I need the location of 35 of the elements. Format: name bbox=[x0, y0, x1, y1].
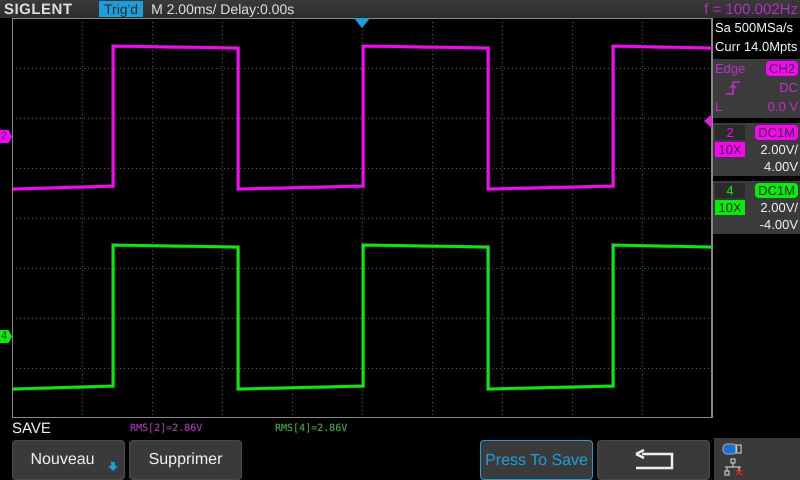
new-button[interactable]: Nouveau bbox=[12, 440, 125, 480]
trigger-source: CH2 bbox=[766, 61, 798, 76]
probe-badge: 10X bbox=[715, 200, 745, 215]
measurement-readout: RMS[2]=2.86V bbox=[130, 422, 204, 434]
vertical-offset: 4.00V bbox=[763, 159, 798, 174]
trigger-type: Edge bbox=[715, 61, 746, 76]
channel-marker: 4 bbox=[0, 330, 12, 343]
trigger-level-label: L bbox=[715, 99, 724, 114]
memory-depth: Curr 14.0Mpts bbox=[714, 38, 798, 56]
channel-marker: 2 bbox=[0, 130, 12, 143]
delete-button[interactable]: Supprimer bbox=[129, 440, 242, 480]
trigger-level-value: 0.0 V bbox=[766, 99, 798, 114]
save-button[interactable]: Press To Save bbox=[480, 440, 593, 480]
measurement-readout: RMS[4]=2.86V bbox=[275, 422, 348, 434]
down-arrow-icon bbox=[108, 462, 118, 471]
frequency-readout: f = 100.002Hz bbox=[704, 0, 798, 18]
usb-icon bbox=[722, 442, 742, 454]
timebase-label: M 2.00ms/ Delay:0.00s bbox=[151, 1, 294, 17]
vertical-scale: 2.00V/ bbox=[759, 142, 798, 157]
coupling-badge: DC1M bbox=[755, 125, 798, 140]
rising-edge-icon bbox=[725, 80, 741, 94]
vertical-offset: -4.00V bbox=[758, 217, 798, 232]
vertical-scale: 2.00V/ bbox=[759, 200, 798, 215]
network-disconnected-icon bbox=[722, 458, 744, 476]
menu-title: SAVE bbox=[12, 420, 52, 436]
channel-number: 2 bbox=[715, 125, 745, 140]
coupling-badge: DC1M bbox=[755, 183, 798, 198]
trigger-level-icon bbox=[704, 114, 712, 128]
brand-logo: SIGLENT bbox=[4, 0, 74, 18]
channel-number: 4 bbox=[715, 183, 745, 198]
back-button[interactable] bbox=[597, 440, 710, 480]
trigger-status: Trig'd bbox=[99, 1, 144, 17]
sample-rate: Sa 500MSa/s bbox=[714, 19, 794, 37]
probe-badge: 10X bbox=[715, 142, 745, 157]
trigger-coupling: DC bbox=[778, 80, 798, 95]
